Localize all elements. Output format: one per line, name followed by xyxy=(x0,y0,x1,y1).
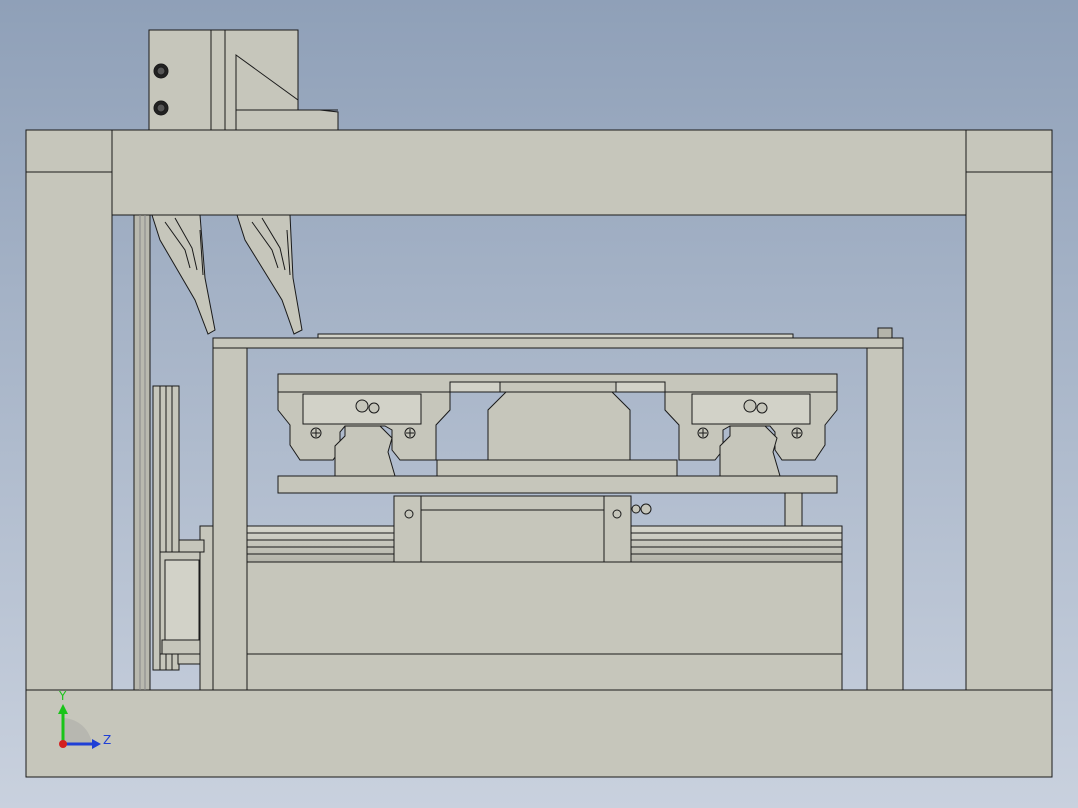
carriage-left-plate xyxy=(212,337,248,691)
pin-icon xyxy=(877,327,893,339)
frame-assembly xyxy=(25,29,1053,778)
top-beam xyxy=(25,129,1053,216)
base-plate xyxy=(25,689,1053,778)
bolt-head-icon xyxy=(153,63,169,79)
grease-nipple-icon xyxy=(631,503,652,515)
left-column xyxy=(25,171,113,693)
lower-table-plate xyxy=(277,475,838,494)
triad-y-label: Y xyxy=(58,689,67,703)
lower-housing xyxy=(246,561,843,655)
cad-viewport[interactable]: Y Z xyxy=(0,0,1078,808)
vertical-guide-rod xyxy=(133,214,151,691)
pulley-assembly xyxy=(152,385,214,691)
bolt-head-icon xyxy=(153,100,169,116)
rail-slider-block xyxy=(393,495,652,563)
carriage-top-plate xyxy=(212,337,904,349)
lower-housing-base xyxy=(246,653,843,691)
screw-icon xyxy=(404,427,416,439)
screw-icon xyxy=(697,427,709,439)
triad-z-label: Z xyxy=(103,733,111,747)
gripper-finger-right xyxy=(236,214,303,335)
screw-icon xyxy=(791,427,803,439)
screw-icon xyxy=(612,509,622,519)
linear-guide-block-right xyxy=(664,391,838,477)
right-column xyxy=(965,171,1053,693)
center-block xyxy=(436,381,678,477)
linear-guide-block-left xyxy=(277,391,451,477)
screw-icon xyxy=(310,427,322,439)
carriage-right-plate xyxy=(866,337,904,691)
gripper-finger-left xyxy=(151,214,216,335)
top-left-bracket xyxy=(148,29,339,131)
screw-icon xyxy=(404,509,414,519)
support-post xyxy=(784,492,803,527)
